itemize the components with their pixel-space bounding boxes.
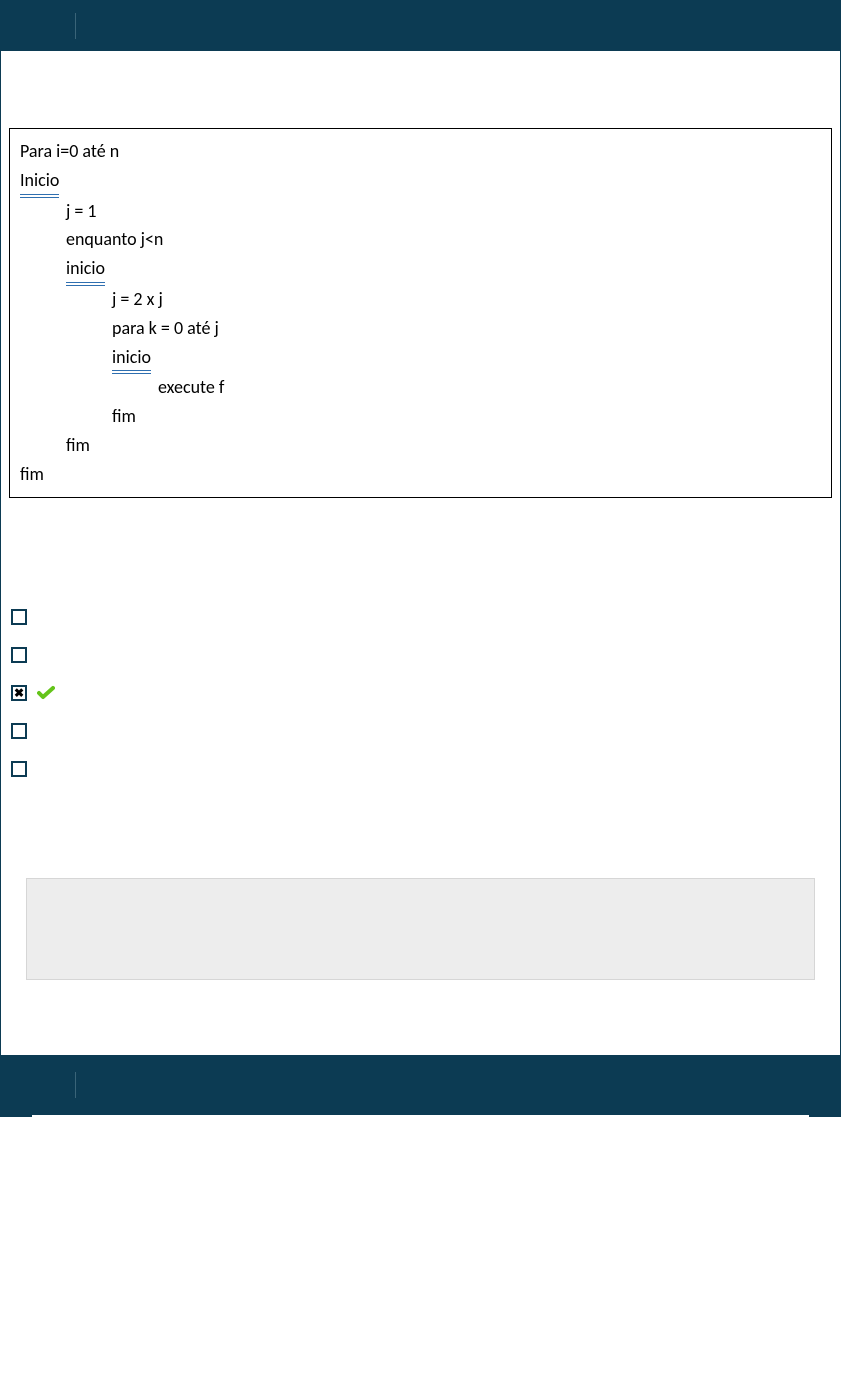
option-row[interactable] [11,598,840,636]
feedback-box [26,878,815,980]
code-text: Inicio [20,166,59,197]
checkbox-empty-icon[interactable] [11,647,27,663]
option-row[interactable]: ✖ [11,674,840,712]
code-line: fim [20,402,821,431]
code-line: j = 1 [20,197,821,226]
gap-after-options [1,788,840,878]
notch-right [809,1115,841,1117]
bottom-notches [0,1115,841,1123]
code-line: execute f [20,373,821,402]
code-box: Para i=0 até n Inicio j = 1 enquanto j<n ini… [9,128,832,498]
code-text: j = 2 x j [112,288,163,310]
code-text: enquanto j<n [66,228,163,250]
gap-after-grey [1,980,840,1055]
correct-tick-icon [37,685,55,701]
code-text: execute f [158,376,224,398]
code-text: fim [112,405,136,427]
code-line: inicio [20,254,821,285]
code-line: j = 2 x j [20,285,821,314]
header-bar [0,0,841,51]
code-text: inicio [112,343,151,374]
checkbox-empty-icon[interactable] [11,761,27,777]
option-row[interactable] [11,712,840,750]
header-separator [75,13,76,39]
code-text: inicio [66,254,105,285]
code-line: fim [20,460,821,489]
code-line: fim [20,431,821,460]
option-row[interactable] [11,636,840,674]
gap-after-code [1,498,840,598]
option-row[interactable] [11,750,840,788]
content-container: Para i=0 até n Inicio j = 1 enquanto j<n ini… [0,51,841,1055]
notch-left [0,1115,32,1117]
checkbox-checked-icon[interactable]: ✖ [11,685,27,701]
checkbox-empty-icon[interactable] [11,609,27,625]
code-line: inicio [20,343,821,374]
code-text: fim [20,463,44,485]
code-line: Para i=0 até n [20,137,821,166]
footer-separator [75,1072,76,1098]
code-line: Inicio [20,166,821,197]
spacer-top [1,51,840,128]
code-text: fim [66,434,90,456]
checkbox-empty-icon[interactable] [11,723,27,739]
footer-bar [0,1055,841,1115]
options-list: ✖ [1,598,840,788]
code-text: para k = 0 até j [112,317,219,339]
code-text: j = 1 [66,200,97,222]
code-line: enquanto j<n [20,225,821,254]
code-line: para k = 0 até j [20,314,821,343]
code-text: Para i=0 até n [20,140,119,162]
